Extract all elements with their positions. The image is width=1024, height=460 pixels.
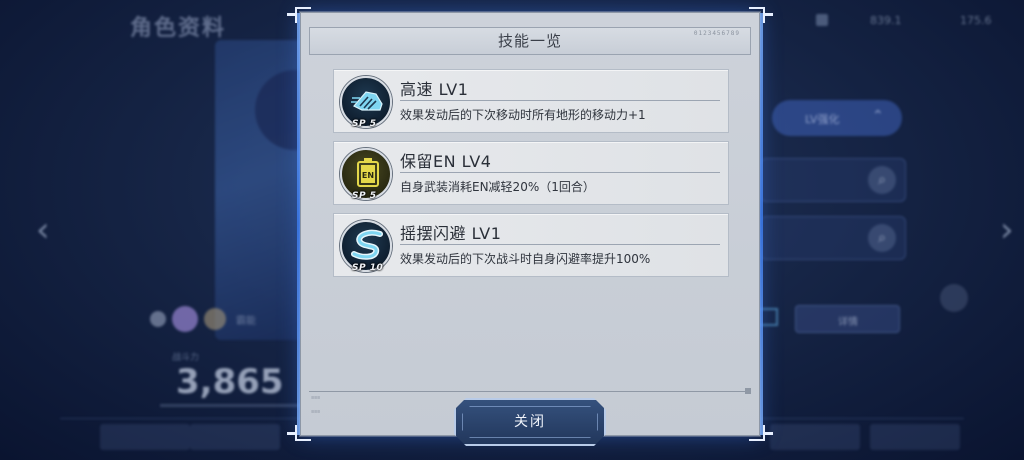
s-swerve-icon: SP 10 bbox=[340, 220, 392, 273]
en-battery-icon: EN SP 5 bbox=[340, 148, 392, 201]
power-underline bbox=[160, 404, 310, 407]
close-button-label: 关闭 bbox=[514, 414, 546, 430]
skill-sp-cost: SP 5 bbox=[352, 191, 377, 201]
svg-text:EN: EN bbox=[362, 171, 374, 180]
skill-description: 自身武装消耗EN减轻20%（1回合） bbox=[400, 180, 595, 194]
skill-description: 效果发动后的下次移动时所有地形的移动力+1 bbox=[400, 108, 646, 122]
frame-corner bbox=[749, 425, 765, 441]
frame-glow-left bbox=[297, 13, 300, 435]
skill-name: 保留EN LV4 bbox=[400, 152, 492, 171]
skill-name: 高速 LV1 bbox=[400, 80, 469, 99]
search-icon[interactable]: ⌕ bbox=[868, 166, 896, 194]
skill-divider bbox=[400, 100, 720, 101]
skill-description: 效果发动后的下次战斗时自身闪避率提升100% bbox=[400, 252, 651, 266]
skill-list-dialog: 技能一览 0123456789 SP 5 高速 LV1 效果发动后的下次移动时所… bbox=[287, 7, 773, 441]
frame-notch bbox=[765, 432, 773, 435]
combat-power: 3,865 bbox=[176, 362, 284, 402]
skill-list: SP 5 高速 LV1 效果发动后的下次移动时所有地形的移动力+1 EN SP … bbox=[333, 69, 729, 285]
resource-value-2: 175.6 bbox=[960, 14, 992, 27]
unit-badges: 霸能 bbox=[150, 306, 256, 332]
bottom-tab-1[interactable] bbox=[100, 424, 190, 450]
frame-microtext: ≡≡≡ bbox=[311, 409, 321, 415]
dialog-header: 技能一览 0123456789 bbox=[309, 27, 751, 55]
search-icon[interactable]: ⌕ bbox=[868, 224, 896, 252]
skill-divider bbox=[400, 244, 720, 245]
frame-microtext: ≡≡≡ bbox=[311, 395, 321, 401]
screen-title: 角色资料 bbox=[130, 16, 227, 41]
bottom-tab-3[interactable] bbox=[770, 424, 860, 450]
detail-label: 详情 bbox=[838, 317, 858, 328]
skill-card: SP 10 摇摆闪避 LV1 效果发动后的下次战斗时自身闪避率提升100% bbox=[333, 213, 729, 277]
resource-value-1: 839.1 bbox=[870, 14, 902, 27]
frame-notch bbox=[287, 432, 295, 435]
pilot-avatar-icon bbox=[172, 306, 198, 332]
frame-glow-right bbox=[760, 13, 763, 435]
close-button[interactable]: 关闭 bbox=[454, 398, 606, 446]
prev-unit-arrow-icon[interactable]: ‹ bbox=[36, 210, 50, 250]
bottom-tab-4[interactable] bbox=[870, 424, 960, 450]
next-unit-arrow-icon[interactable]: › bbox=[1000, 210, 1014, 250]
skill-card: SP 5 高速 LV1 效果发动后的下次移动时所有地形的移动力+1 bbox=[333, 69, 729, 133]
dialog-title: 技能一览 bbox=[497, 32, 562, 50]
badge-dot-icon bbox=[150, 311, 166, 327]
unit-rank-label: 霸能 bbox=[236, 315, 256, 327]
frame-corner bbox=[749, 7, 765, 23]
skill-divider bbox=[400, 172, 720, 173]
lv-upgrade-arrow-icon: ⌃ bbox=[872, 108, 884, 124]
frame-notch bbox=[287, 13, 295, 16]
resource-icon bbox=[816, 14, 828, 26]
header-code: 0123456789 bbox=[693, 30, 740, 37]
boot-dash-icon: SP 5 bbox=[340, 76, 392, 129]
skill-sp-cost: SP 5 bbox=[352, 119, 377, 129]
unit-type-icon bbox=[204, 308, 226, 330]
bottom-tab-2[interactable] bbox=[190, 424, 280, 450]
frame-corner bbox=[295, 425, 311, 441]
frame-corner bbox=[295, 7, 311, 23]
frame-notch bbox=[765, 13, 773, 16]
bottom-divider bbox=[309, 388, 751, 394]
skill-sp-cost: SP 10 bbox=[352, 263, 384, 273]
lv-upgrade-label: LV强化 bbox=[805, 113, 840, 126]
info-round-icon[interactable] bbox=[940, 284, 968, 312]
skill-name: 摇摆闪避 LV1 bbox=[400, 224, 502, 243]
skill-card: EN SP 5 保留EN LV4 自身武装消耗EN减轻20%（1回合） bbox=[333, 141, 729, 205]
